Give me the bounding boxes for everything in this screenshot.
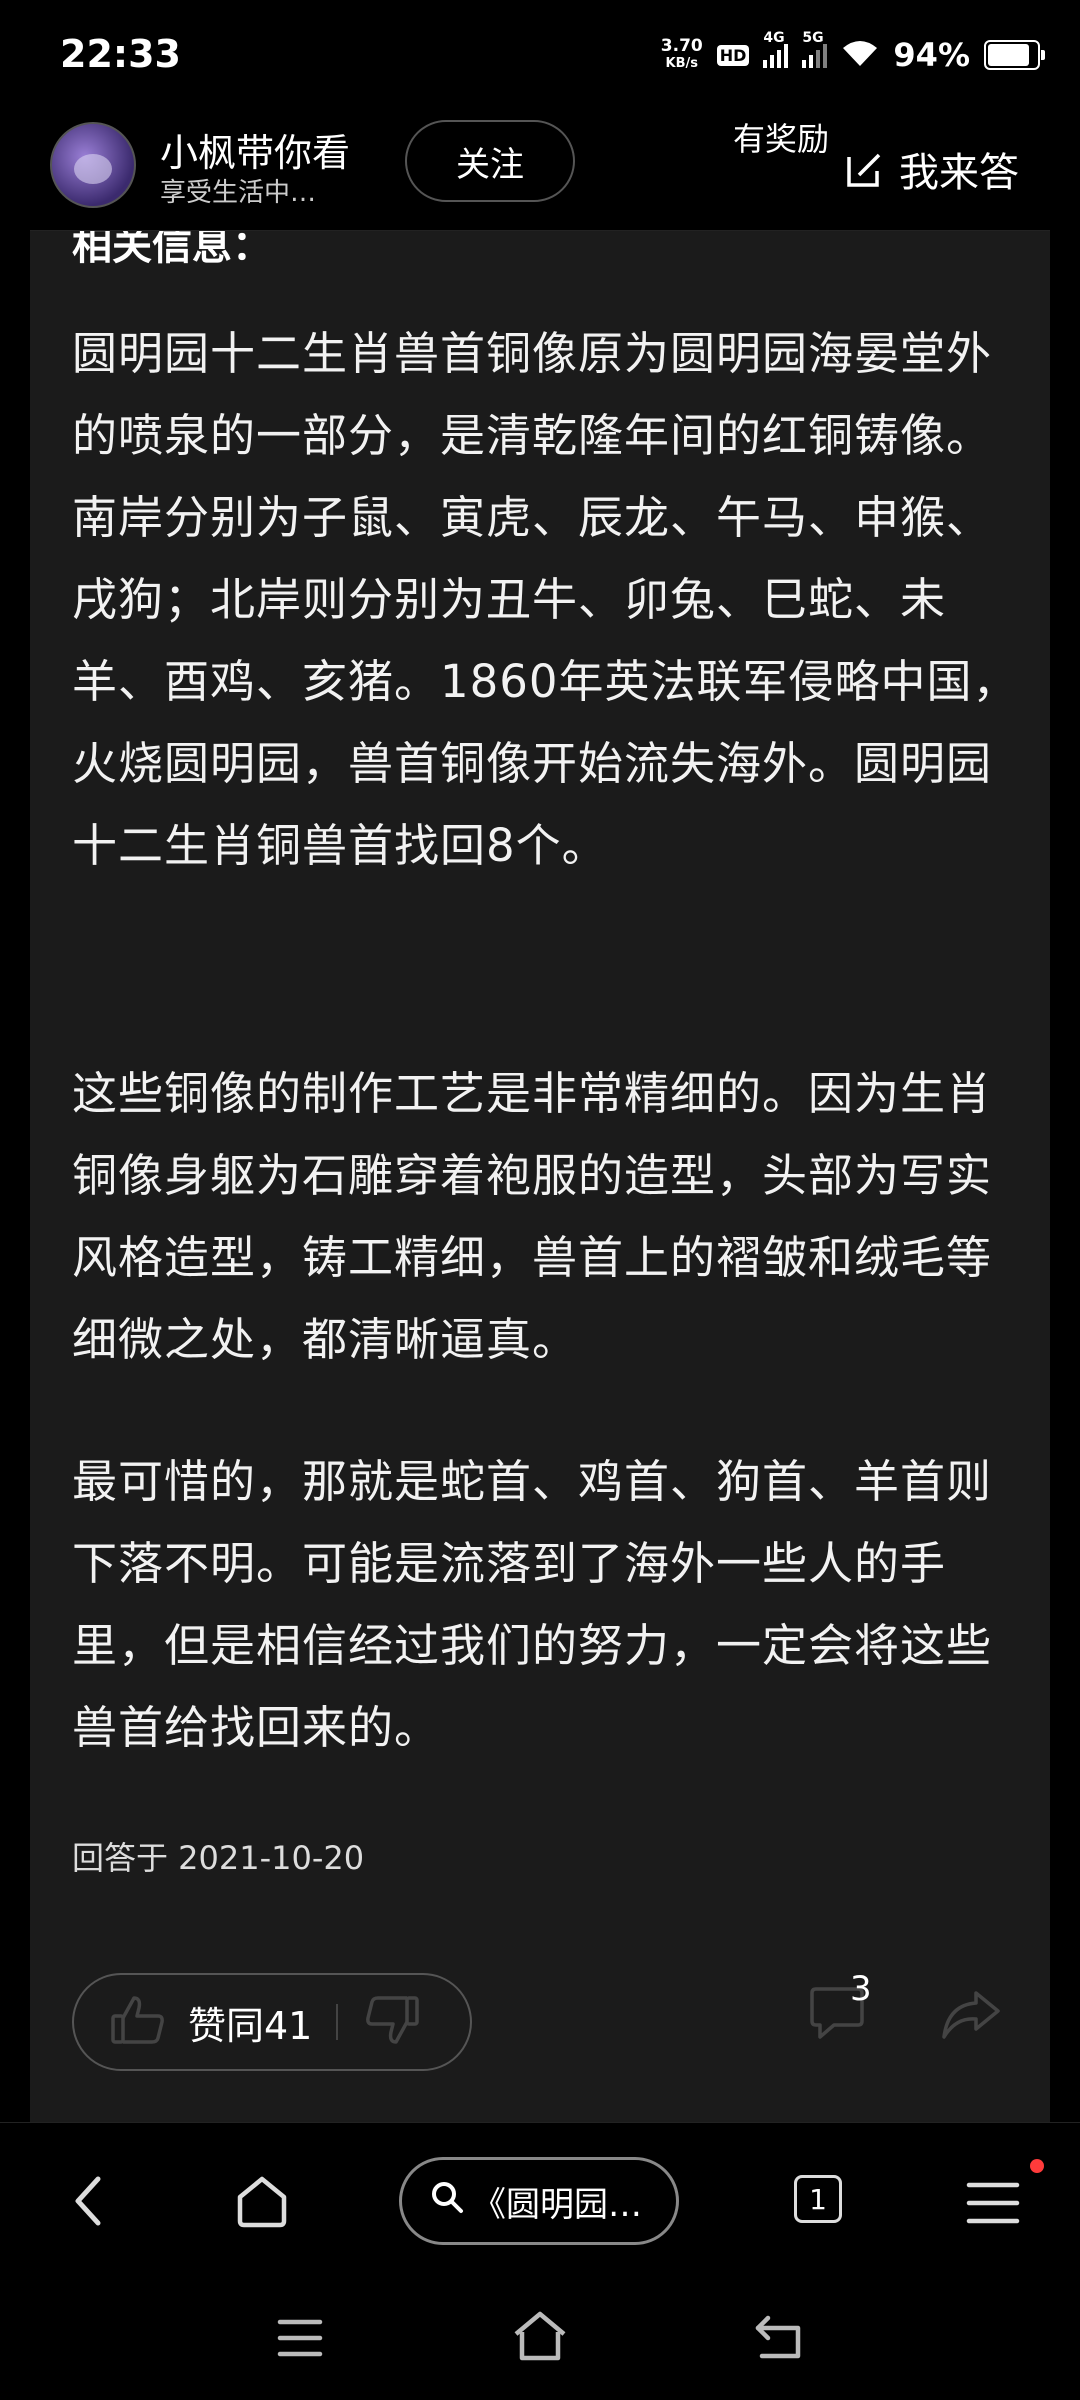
search-text: 《圆明园… [472, 2184, 642, 2225]
answer-paragraph: 最可惜的，那就是蛇首、鸡首、狗首、羊首则下落不明。可能是流落到了海外一些人的手里… [72, 1455, 993, 1754]
avatar[interactable] [50, 122, 136, 208]
system-navigation [0, 2280, 1080, 2400]
comment-icon [808, 1987, 866, 2045]
answered-date: 回答于 2021-10-20 [72, 1839, 365, 1877]
author-subtitle: 享受生活中… [160, 178, 317, 208]
hamburger-menu-icon [966, 2182, 1020, 2229]
menu-button[interactable] [966, 2181, 1020, 2229]
home-icon [512, 2311, 568, 2366]
notification-dot [1030, 2159, 1044, 2173]
search-bar[interactable]: 《圆明园… [399, 2157, 679, 2245]
answer-paragraph: 这些铜像的制作工艺是非常精细的。因为生肖铜像身躯为石雕穿着袍服的造型，头部为写实… [72, 1067, 993, 1366]
author-name[interactable]: 小枫带你看 [160, 122, 350, 177]
battery-percent: 94% [893, 36, 970, 74]
signal-5g-icon: 5G [802, 30, 828, 68]
home-icon [234, 2176, 290, 2233]
comment-count: 3 [850, 1969, 872, 2009]
recent-apps-button[interactable] [276, 2318, 324, 2362]
network-speed: 3.70 KB/s [661, 37, 703, 73]
chevron-left-icon [70, 2176, 106, 2233]
system-back-button[interactable] [754, 2314, 804, 2364]
thumbs-up-icon[interactable] [110, 1994, 166, 2050]
search-icon [430, 2180, 464, 2223]
share-icon [940, 1991, 1002, 2045]
status-time: 22:33 [60, 32, 181, 76]
battery-fill [988, 44, 1029, 66]
agree-button[interactable]: 赞同41 [188, 1995, 312, 2050]
answer-button[interactable]: 我来答 [845, 140, 1019, 198]
vote-control: 赞同41 [72, 1973, 472, 2071]
wifi-icon [841, 38, 879, 72]
status-bar: 22:33 3.70 KB/s HD 4G 5G 94% [0, 0, 1080, 112]
signal-4g-icon: 4G [763, 30, 789, 68]
answer-label: 我来答 [899, 150, 1019, 196]
answer-paragraph: 圆明园十二生肖兽首铜像原为圆明园海晏堂外的喷泉的一部分，是清乾隆年间的红铜铸像。… [72, 327, 1019, 872]
status-icons: 3.70 KB/s HD 4G 5G 94% [661, 30, 1045, 80]
answer-card: 相关信息： 圆明园十二生肖兽首铜像原为圆明园海晏堂外的喷泉的一部分，是清乾隆年间… [30, 230, 1050, 2123]
recent-apps-icon [276, 2319, 324, 2362]
vote-divider [336, 2004, 339, 2040]
network-speed-value: 3.70 [660, 36, 703, 56]
thumbs-down-icon[interactable] [364, 1994, 420, 2050]
back-arrow-icon [754, 2315, 804, 2364]
edit-icon [845, 149, 885, 189]
reward-label: 有奖励 [733, 120, 830, 158]
back-button[interactable] [70, 2173, 106, 2233]
network-speed-unit: KB/s [665, 56, 698, 71]
hd-icon: HD [716, 44, 750, 66]
follow-button[interactable]: 关注 [405, 120, 575, 202]
signal-4g-label: 4G [763, 30, 785, 46]
home-button[interactable] [234, 2173, 290, 2233]
tabs-button[interactable]: 1 [794, 2175, 842, 2223]
battery-icon [984, 40, 1045, 70]
bottom-navigation: 《圆明园… 1 [0, 2122, 1080, 2281]
share-button[interactable] [940, 1989, 1002, 2045]
system-home-button[interactable] [512, 2310, 568, 2366]
author-header: 小枫带你看 享受生活中… 关注 有奖励 我来答 [0, 112, 1080, 230]
signal-5g-label: 5G [802, 30, 824, 46]
